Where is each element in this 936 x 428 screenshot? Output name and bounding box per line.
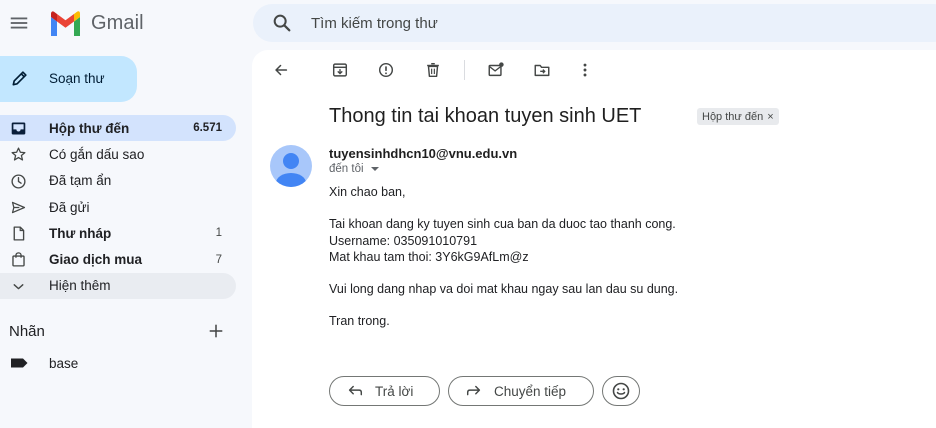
sender-email[interactable]: tuyensinhdhcn10@vnu.edu.vn [329, 146, 517, 161]
smiley-icon [612, 382, 630, 400]
sidebar-item-label: Có gắn dấu sao [49, 146, 145, 162]
top-bar: Gmail [0, 0, 936, 46]
move-to-icon[interactable] [533, 61, 551, 79]
reply-button[interactable]: Trả lời [329, 376, 440, 406]
body-greeting: Xin chao ban, [329, 185, 406, 199]
star-icon [11, 147, 26, 161]
sidebar-item-drafts[interactable]: Thư nháp 1 [0, 220, 236, 246]
body-line: Vui long dang nhap va doi mat khau ngay … [329, 282, 679, 296]
toolbar-divider [464, 60, 465, 80]
clock-icon [11, 174, 26, 189]
labels-header: Nhãn [9, 322, 229, 342]
gmail-logo[interactable]: Gmail [49, 10, 144, 36]
sidebar-item-label: Thư nháp [49, 225, 112, 241]
more-vert-icon[interactable] [576, 61, 594, 79]
sidebar-item-label: Hiện thêm [49, 278, 111, 294]
message-panel: Thong tin tai khoan tuyen sinh UET Hộp t… [252, 50, 936, 428]
send-icon [11, 201, 26, 214]
sidebar-item-label: Đã gửi [49, 199, 90, 215]
body-signoff: Tran trong. [329, 314, 390, 328]
reply-icon [348, 385, 363, 396]
chip-close[interactable]: × [767, 111, 773, 123]
label-name: base [49, 356, 79, 371]
app-name: Gmail [91, 11, 144, 34]
trash-icon[interactable] [424, 61, 442, 79]
label-tag-icon [11, 358, 28, 368]
draft-count: 1 [215, 227, 222, 240]
reply-label: Trả lời [375, 383, 414, 399]
recipient-details[interactable]: đến tôi [329, 163, 379, 175]
email-subject: Thong tin tai khoan tuyen sinh UET [329, 105, 642, 127]
chevron-down-icon [13, 283, 24, 290]
caret-down-icon [370, 167, 379, 171]
draft-icon [13, 226, 25, 241]
sidebar-item-snoozed[interactable]: Đã tạm ẩn [0, 168, 236, 194]
sidebar-item-more[interactable]: Hiện thêm [0, 272, 236, 300]
search-bar[interactable] [253, 4, 936, 42]
sidebar-item-label: Hộp thư đến [49, 120, 130, 136]
archive-icon[interactable] [331, 61, 349, 79]
shopping-bag-icon [12, 252, 25, 268]
sidebar-item-sent[interactable]: Đã gửi [0, 194, 236, 220]
folder-chip-label: Hộp thư đến [702, 110, 764, 123]
forward-icon [466, 385, 481, 396]
body-password: Mat khau tam thoi: 3Y6kG9AfLm@z [329, 250, 529, 264]
mark-unread-icon[interactable] [487, 61, 505, 79]
body-line: Tai khoan dang ky tuyen sinh cua ban da … [329, 217, 676, 231]
inbox-icon [11, 122, 26, 135]
sender-avatar[interactable] [270, 145, 312, 187]
folder-chip[interactable]: Hộp thư đến × [697, 108, 779, 125]
sidebar-nav: Hộp thư đến 6.571 Có gắn dấu sao Đã tạm … [0, 115, 236, 300]
sidebar-item-inbox[interactable]: Hộp thư đến 6.571 [0, 115, 236, 142]
labels-title: Nhãn [9, 323, 45, 340]
compose-button[interactable]: Soạn thư [0, 56, 137, 102]
sidebar-item-purchases[interactable]: Giao dịch mua 7 [0, 246, 236, 272]
search-icon[interactable] [271, 12, 293, 34]
back-arrow-icon[interactable] [272, 61, 290, 79]
search-input[interactable] [311, 14, 911, 32]
forward-button[interactable]: Chuyển tiếp [448, 376, 594, 406]
purchase-count: 7 [215, 253, 222, 266]
sidebar-item-label: Đã tạm ẩn [49, 173, 112, 189]
gmail-m-icon [51, 10, 80, 36]
sidebar-item-starred[interactable]: Có gắn dấu sao [0, 141, 236, 167]
emoji-reaction-button[interactable] [602, 376, 640, 406]
person-icon [276, 153, 306, 187]
sidebar-item-label: Giao dịch mua [49, 252, 143, 268]
pencil-icon [12, 71, 27, 86]
body-username: Username: 035091010791 [329, 234, 478, 248]
forward-label: Chuyển tiếp [494, 383, 567, 399]
unread-count: 6.571 [193, 122, 222, 135]
compose-label: Soạn thư [49, 71, 105, 86]
recipient-label: đến tôi [329, 163, 364, 175]
report-spam-icon[interactable] [377, 61, 395, 79]
plus-icon[interactable] [207, 322, 225, 340]
menu-icon[interactable] [8, 12, 30, 34]
sidebar-label-base[interactable]: base [0, 350, 236, 376]
